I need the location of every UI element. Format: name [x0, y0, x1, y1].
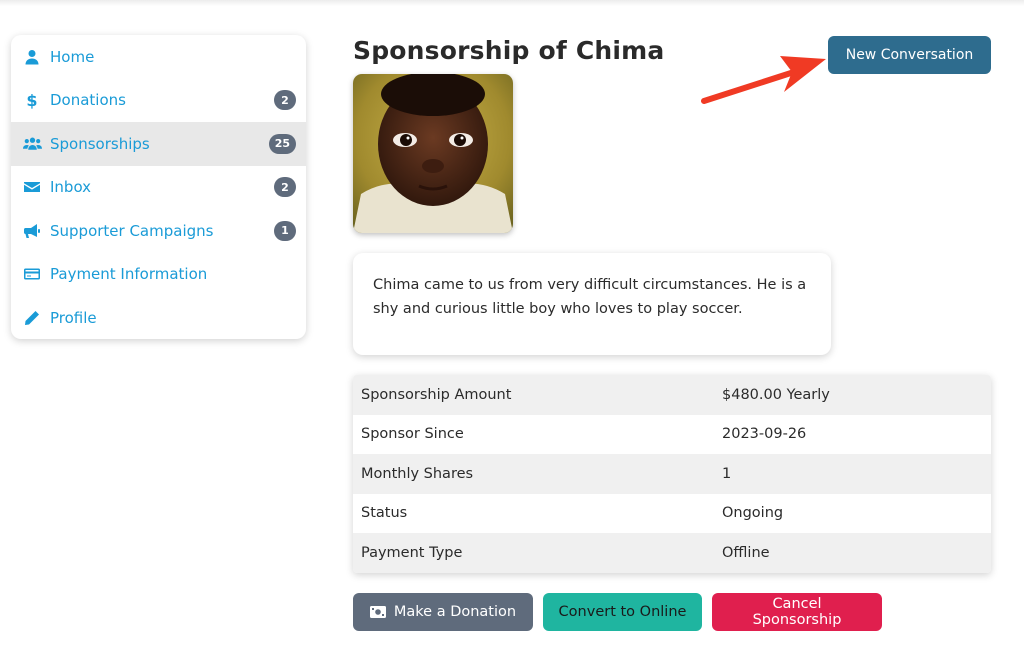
convert-to-online-button[interactable]: Convert to Online [543, 593, 702, 631]
user-icon [22, 48, 42, 66]
sidebar-item-label: Sponsorships [50, 134, 150, 153]
table-row: Sponsor Since 2023-09-26 [353, 414, 991, 454]
sidebar-item-inbox[interactable]: Inbox 2 [11, 166, 306, 210]
megaphone-icon [22, 222, 42, 240]
new-conversation-button[interactable]: New Conversation [828, 36, 991, 74]
sidebar-item-label: Home [50, 47, 95, 66]
make-donation-label: Make a Donation [393, 604, 517, 620]
sidebar-item-label: Inbox [50, 178, 92, 197]
sidebar-item-label: Donations [50, 91, 126, 110]
sidebar-item-supporter-campaigns[interactable]: Supporter Campaigns 1 [11, 209, 306, 253]
detail-value: 2023-09-26 [722, 426, 807, 443]
dollar-icon: $ [26, 90, 38, 110]
count-badge: 25 [268, 133, 296, 154]
count-badge: 2 [274, 90, 296, 111]
sidebar-nav: Home $ Donations 2 Sponsorships 25 Inbox… [11, 35, 306, 339]
sidebar-item-payment-information[interactable]: Payment Information [11, 253, 306, 297]
sidebar-item-donations[interactable]: $ Donations 2 [11, 79, 306, 123]
detail-label: Payment Type [361, 544, 463, 561]
sidebar-item-home[interactable]: Home [11, 35, 306, 79]
sidebar-item-label: Profile [50, 308, 97, 327]
detail-label: Sponsorship Amount [361, 386, 512, 403]
detail-label: Monthly Shares [361, 465, 474, 482]
detail-value: Offline [722, 544, 770, 561]
table-row: Monthly Shares 1 [353, 454, 991, 494]
users-icon [22, 135, 42, 153]
sidebar-item-label: Supporter Campaigns [50, 221, 214, 240]
credit-card-icon [22, 265, 42, 283]
page-title: Sponsorship of Chima [353, 36, 665, 65]
detail-value: 1 [722, 465, 732, 482]
child-photo [353, 74, 513, 233]
sidebar-item-profile[interactable]: Profile [11, 296, 306, 339]
detail-label: Sponsor Since [361, 426, 464, 443]
table-row: Sponsorship Amount $480.00 Yearly [353, 375, 991, 415]
bio-text: Chima came to us from very difficult cir… [373, 277, 807, 317]
sponsorship-details-table: Sponsorship Amount $480.00 Yearly Sponso… [353, 375, 991, 573]
count-badge: 2 [274, 177, 296, 198]
make-donation-button[interactable]: Make a Donation [353, 593, 533, 631]
detail-value: Ongoing [722, 505, 784, 522]
annotation-arrow-icon [701, 56, 826, 104]
money-bill-icon [369, 606, 386, 618]
detail-label: Status [361, 505, 408, 522]
pencil-icon [22, 309, 42, 327]
cancel-sponsorship-button[interactable]: Cancel Sponsorship [712, 593, 882, 631]
bio-card: Chima came to us from very difficult cir… [353, 253, 831, 355]
sidebar-item-label: Payment Information [50, 265, 208, 284]
envelope-icon [22, 178, 42, 196]
top-divider [0, 0, 1024, 6]
count-badge: 1 [274, 220, 296, 241]
action-buttons: Make a Donation Convert to Online Cancel… [353, 593, 882, 631]
detail-value: $480.00 Yearly [722, 386, 830, 403]
sidebar-item-sponsorships[interactable]: Sponsorships 25 [11, 122, 306, 166]
table-row: Status Ongoing [353, 493, 991, 533]
table-row: Payment Type Offline [353, 533, 991, 573]
